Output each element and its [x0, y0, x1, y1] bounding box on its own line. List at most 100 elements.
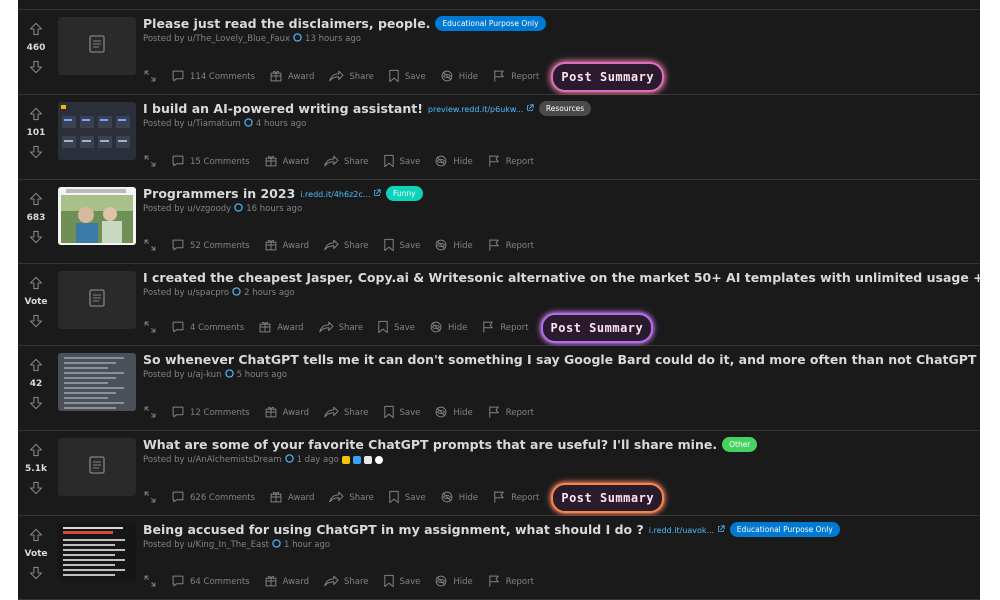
expand-button[interactable] — [143, 238, 157, 255]
text-post-thumbnail[interactable] — [58, 438, 136, 496]
report-button[interactable]: Report — [492, 69, 539, 86]
post-title[interactable]: I build an AI-powered writing assistant! — [143, 101, 423, 116]
post-title[interactable]: I created the cheapest Jasper, Copy.ai &… — [143, 270, 980, 285]
post-card[interactable]: 5.1k What are some of your favorite ChatG… — [18, 431, 980, 516]
comments-button[interactable]: 12 Comments — [171, 405, 250, 422]
save-button[interactable]: Save — [383, 405, 420, 422]
expand-button[interactable] — [143, 320, 157, 337]
post-image-thumbnail[interactable] — [58, 102, 136, 160]
downvote-icon[interactable] — [24, 477, 48, 499]
post-image-thumbnail[interactable] — [58, 187, 136, 245]
post-author[interactable]: Posted by u/The_Lovely_Blue_Faux — [143, 34, 290, 44]
expand-button[interactable] — [143, 490, 157, 507]
upvote-icon[interactable] — [24, 103, 48, 125]
post-flair[interactable]: Educational Purpose Only — [435, 16, 546, 31]
post-domain-link[interactable]: i.redd.it/uavok... — [649, 524, 725, 535]
post-domain-link[interactable]: preview.redd.it/p6ukw... — [428, 103, 534, 114]
hide-button[interactable]: Hide — [434, 154, 473, 171]
post-thumbnail[interactable] — [58, 438, 136, 496]
upvote-icon[interactable] — [24, 272, 48, 294]
award-button[interactable]: Award — [269, 69, 314, 86]
expand-button[interactable] — [143, 69, 157, 86]
downvote-icon[interactable] — [24, 392, 48, 414]
comments-button[interactable]: 64 Comments — [171, 574, 250, 591]
hide-button[interactable]: Hide — [440, 69, 478, 86]
post-image-thumbnail[interactable] — [58, 523, 136, 581]
report-button[interactable]: Report — [487, 405, 534, 422]
post-thumbnail[interactable] — [58, 353, 136, 411]
award-button[interactable]: Award — [269, 490, 314, 507]
share-button[interactable]: Share — [323, 574, 369, 591]
share-button[interactable]: Share — [328, 69, 374, 86]
post-flair[interactable]: Educational Purpose Only — [729, 522, 840, 537]
save-button[interactable]: Save — [383, 574, 420, 591]
expand-button[interactable] — [143, 405, 157, 422]
post-flair[interactable]: Resources — [538, 101, 592, 116]
report-button[interactable]: Report — [487, 238, 534, 255]
award-button[interactable]: Award — [264, 238, 309, 255]
award-button[interactable]: Award — [258, 320, 304, 337]
post-title[interactable]: Please just read the disclaimers, people… — [143, 16, 430, 31]
post-thumbnail[interactable] — [58, 523, 136, 581]
hide-button[interactable]: Hide — [440, 490, 478, 507]
post-card[interactable]: 101 I build an AI-powered writing assista… — [18, 95, 980, 180]
save-button[interactable]: Save — [383, 238, 420, 255]
post-summary-button[interactable]: Post Summary — [540, 313, 654, 343]
hide-button[interactable]: Hide — [434, 405, 473, 422]
downvote-icon[interactable] — [24, 310, 48, 332]
post-card[interactable]: 683 Programmers in 2023 i.redd.it/4h6z2c..… — [18, 180, 980, 264]
post-summary-button[interactable]: Post Summary — [551, 62, 665, 92]
post-author[interactable]: Posted by u/AnAlchemistsDream — [143, 455, 282, 465]
award-button[interactable]: Award — [264, 574, 309, 591]
share-button[interactable]: Share — [318, 320, 363, 337]
expand-button[interactable] — [143, 574, 157, 591]
post-card[interactable]: 42 So whenever ChatGPT tells me it can do… — [18, 346, 980, 431]
post-summary-button[interactable]: Post Summary — [551, 483, 665, 513]
post-title[interactable]: So whenever ChatGPT tells me it can don'… — [143, 352, 980, 367]
report-button[interactable]: Report — [487, 154, 534, 171]
post-flair[interactable]: Funny — [385, 186, 423, 201]
post-image-thumbnail[interactable] — [58, 353, 136, 411]
post-card[interactable]: 460 Please just read the disclaimers, peo… — [18, 10, 980, 95]
share-button[interactable]: Share — [328, 490, 374, 507]
post-author[interactable]: Posted by u/vzgoody — [143, 204, 231, 214]
downvote-icon[interactable] — [24, 226, 48, 248]
save-button[interactable]: Save — [377, 320, 415, 337]
share-button[interactable]: Share — [323, 154, 369, 171]
post-title[interactable]: What are some of your favorite ChatGPT p… — [143, 437, 717, 452]
post-domain-link[interactable]: i.redd.it/4h6z2c... — [300, 188, 381, 199]
upvote-icon[interactable] — [24, 439, 48, 461]
save-button[interactable]: Save — [383, 154, 420, 171]
text-post-thumbnail[interactable] — [58, 271, 136, 329]
save-button[interactable]: Save — [388, 490, 426, 507]
post-author[interactable]: Posted by u/aj-kun — [143, 370, 222, 380]
expand-button[interactable] — [143, 154, 157, 171]
text-post-thumbnail[interactable] — [58, 17, 136, 75]
post-thumbnail[interactable] — [58, 271, 136, 329]
post-title[interactable]: Being accused for using ChatGPT in my as… — [143, 522, 644, 537]
upvote-icon[interactable] — [24, 524, 48, 546]
report-button[interactable]: Report — [492, 490, 539, 507]
upvote-icon[interactable] — [24, 18, 48, 40]
downvote-icon[interactable] — [24, 562, 48, 584]
hide-button[interactable]: Hide — [429, 320, 467, 337]
post-thumbnail[interactable] — [58, 17, 136, 75]
post-thumbnail[interactable] — [58, 187, 136, 245]
post-card[interactable]: Vote I created the cheapest Jasper, Copy.… — [18, 264, 980, 346]
share-button[interactable]: Share — [323, 405, 369, 422]
share-button[interactable]: Share — [323, 238, 369, 255]
post-author[interactable]: Posted by u/spacpro — [143, 288, 229, 298]
upvote-icon[interactable] — [24, 188, 48, 210]
hide-button[interactable]: Hide — [434, 574, 473, 591]
post-title[interactable]: Programmers in 2023 — [143, 186, 295, 201]
post-thumbnail[interactable] — [58, 102, 136, 160]
comments-button[interactable]: 52 Comments — [171, 238, 250, 255]
downvote-icon[interactable] — [24, 141, 48, 163]
comments-button[interactable]: 626 Comments — [171, 490, 255, 507]
report-button[interactable]: Report — [481, 320, 529, 337]
upvote-icon[interactable] — [24, 354, 48, 376]
save-button[interactable]: Save — [388, 69, 426, 86]
post-card[interactable]: Vote Being accused for using ChatGPT in m… — [18, 516, 980, 600]
hide-button[interactable]: Hide — [434, 238, 473, 255]
downvote-icon[interactable] — [24, 56, 48, 78]
